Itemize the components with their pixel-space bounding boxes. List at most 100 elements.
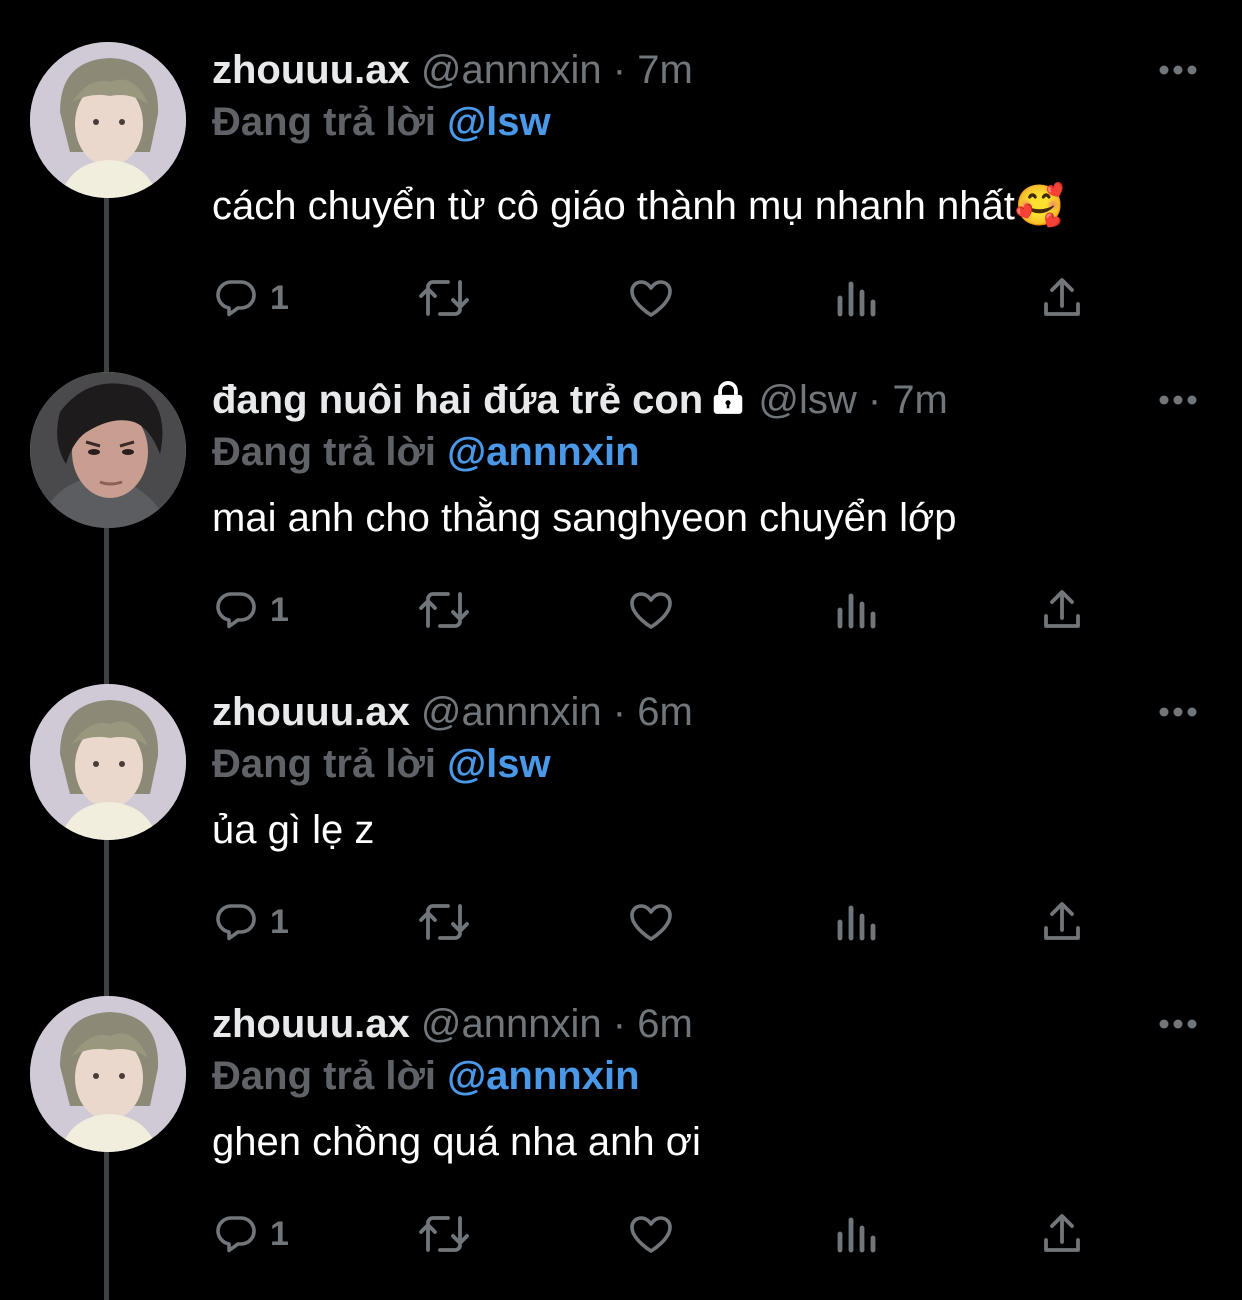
handle[interactable]: @annnxin bbox=[421, 1002, 602, 1046]
lock-icon bbox=[713, 381, 743, 414]
avatar[interactable] bbox=[30, 996, 186, 1152]
views-button[interactable] bbox=[834, 580, 880, 640]
reply-button[interactable]: 1 bbox=[212, 268, 289, 328]
replying-label: Đang trả lời bbox=[212, 100, 437, 144]
like-button[interactable] bbox=[626, 892, 676, 952]
more-icon[interactable] bbox=[1158, 1018, 1198, 1030]
avatar[interactable] bbox=[30, 684, 186, 840]
share-button[interactable] bbox=[1038, 268, 1086, 328]
share-icon bbox=[1044, 590, 1080, 628]
replying-label: Đang trả lời bbox=[212, 430, 437, 474]
replying-to: Đang trả lời @annnxin bbox=[212, 1050, 1202, 1102]
tweet[interactable]: zhouuu.ax @annnxin · 7m Đang trả lời @ls… bbox=[0, 0, 1242, 317]
tweet-text: ủa gì lẹ z bbox=[212, 808, 375, 852]
tweet-content: zhouuu.ax @annnxin · 7m Đang trả lời @ls… bbox=[212, 44, 1202, 232]
handle[interactable]: @annnxin bbox=[421, 48, 602, 92]
reply-count: 1 bbox=[270, 1214, 289, 1253]
share-button[interactable] bbox=[1038, 580, 1086, 640]
share-icon bbox=[1044, 1214, 1080, 1252]
share-button[interactable] bbox=[1038, 892, 1086, 952]
handle[interactable]: @annnxin bbox=[421, 690, 602, 734]
heart-icon bbox=[630, 592, 672, 629]
replying-to: Đang trả lời @lsw bbox=[212, 96, 1202, 148]
handle[interactable]: @lsw bbox=[758, 378, 856, 422]
timestamp[interactable]: 6m bbox=[637, 1002, 693, 1046]
reply-count: 1 bbox=[270, 902, 289, 941]
retweet-button[interactable] bbox=[416, 268, 472, 328]
reply-icon bbox=[216, 904, 256, 941]
tweet-content: đang nuôi hai đứa trẻ con @lsw · 7m Đang… bbox=[212, 374, 1202, 544]
avatar[interactable] bbox=[30, 42, 186, 198]
replying-mention[interactable]: @lsw bbox=[447, 100, 550, 144]
reply-button[interactable]: 1 bbox=[212, 1204, 289, 1264]
separator-dot: · bbox=[612, 48, 627, 92]
display-name[interactable]: zhouuu.ax bbox=[212, 690, 410, 734]
tweet[interactable]: đang nuôi hai đứa trẻ con @lsw · 7m Đang… bbox=[0, 330, 1242, 642]
retweet-icon bbox=[419, 592, 469, 628]
separator-dot: · bbox=[612, 690, 627, 734]
analytics-icon bbox=[837, 593, 876, 629]
like-button[interactable] bbox=[626, 268, 676, 328]
replying-mention[interactable]: @annnxin bbox=[447, 430, 639, 474]
more-icon[interactable] bbox=[1158, 706, 1198, 718]
tweet-text: mai anh cho thằng sanghyeon chuyển lớp bbox=[212, 496, 957, 540]
tweet-header: zhouuu.ax @annnxin · 6m bbox=[212, 998, 1202, 1050]
action-bar: 1 bbox=[212, 892, 1112, 952]
retweet-button[interactable] bbox=[416, 1204, 472, 1264]
reply-count: 1 bbox=[270, 590, 289, 629]
separator-dot: · bbox=[612, 1002, 627, 1046]
avatar[interactable] bbox=[30, 372, 186, 528]
action-bar: 1 bbox=[212, 268, 1112, 328]
replying-label: Đang trả lời bbox=[212, 742, 437, 786]
tweet-text: ghen chồng quá nha anh ơi bbox=[212, 1120, 701, 1164]
tweet-header: zhouuu.ax @annnxin · 6m bbox=[212, 686, 1202, 738]
reply-button[interactable]: 1 bbox=[212, 580, 289, 640]
reply-icon bbox=[216, 280, 256, 317]
retweet-icon bbox=[419, 280, 469, 316]
views-button[interactable] bbox=[834, 1204, 880, 1264]
display-name[interactable]: zhouuu.ax bbox=[212, 48, 410, 92]
replying-mention[interactable]: @annnxin bbox=[447, 1054, 639, 1098]
timestamp[interactable]: 6m bbox=[637, 690, 693, 734]
replying-mention[interactable]: @lsw bbox=[447, 742, 550, 786]
share-icon bbox=[1044, 902, 1080, 940]
more-icon[interactable] bbox=[1158, 394, 1198, 406]
replying-label: Đang trả lời bbox=[212, 1054, 437, 1098]
views-button[interactable] bbox=[834, 268, 880, 328]
analytics-icon bbox=[837, 1217, 876, 1253]
timestamp[interactable]: 7m bbox=[637, 48, 693, 92]
replying-to: Đang trả lời @annnxin bbox=[212, 426, 1202, 478]
action-bar: 1 bbox=[212, 1204, 1112, 1264]
heart-icon bbox=[630, 280, 672, 317]
reply-count: 1 bbox=[270, 278, 289, 317]
share-icon bbox=[1044, 278, 1080, 316]
replying-to: Đang trả lời @lsw bbox=[212, 738, 1202, 790]
tweet-text: cách chuyển từ cô giáo thành mụ nhanh nh… bbox=[212, 184, 1065, 228]
tweet[interactable]: zhouuu.ax @annnxin · 6m Đang trả lời @ls… bbox=[0, 642, 1242, 954]
display-name[interactable]: zhouuu.ax bbox=[212, 1002, 410, 1046]
like-button[interactable] bbox=[626, 1204, 676, 1264]
tweet-header: zhouuu.ax @annnxin · 7m bbox=[212, 44, 1202, 96]
analytics-icon bbox=[837, 281, 876, 317]
views-button[interactable] bbox=[834, 892, 880, 952]
share-button[interactable] bbox=[1038, 1204, 1086, 1264]
tweet-content: zhouuu.ax @annnxin · 6m Đang trả lời @an… bbox=[212, 998, 1202, 1168]
like-button[interactable] bbox=[626, 580, 676, 640]
separator-dot: · bbox=[867, 378, 882, 422]
reply-icon bbox=[216, 1216, 256, 1253]
action-bar: 1 bbox=[212, 580, 1112, 640]
tweet-content: zhouuu.ax @annnxin · 6m Đang trả lời @ls… bbox=[212, 686, 1202, 856]
reply-icon bbox=[216, 592, 256, 629]
more-icon[interactable] bbox=[1158, 64, 1198, 76]
retweet-button[interactable] bbox=[416, 892, 472, 952]
analytics-icon bbox=[837, 905, 876, 941]
heart-icon bbox=[630, 1216, 672, 1253]
retweet-button[interactable] bbox=[416, 580, 472, 640]
display-name[interactable]: đang nuôi hai đứa trẻ con bbox=[212, 378, 703, 422]
tweet[interactable]: zhouuu.ax @annnxin · 6m Đang trả lời @an… bbox=[0, 954, 1242, 1266]
reply-button[interactable]: 1 bbox=[212, 892, 289, 952]
heart-icon bbox=[630, 904, 672, 941]
timestamp[interactable]: 7m bbox=[892, 378, 948, 422]
retweet-icon bbox=[419, 904, 469, 940]
retweet-icon bbox=[419, 1216, 469, 1252]
